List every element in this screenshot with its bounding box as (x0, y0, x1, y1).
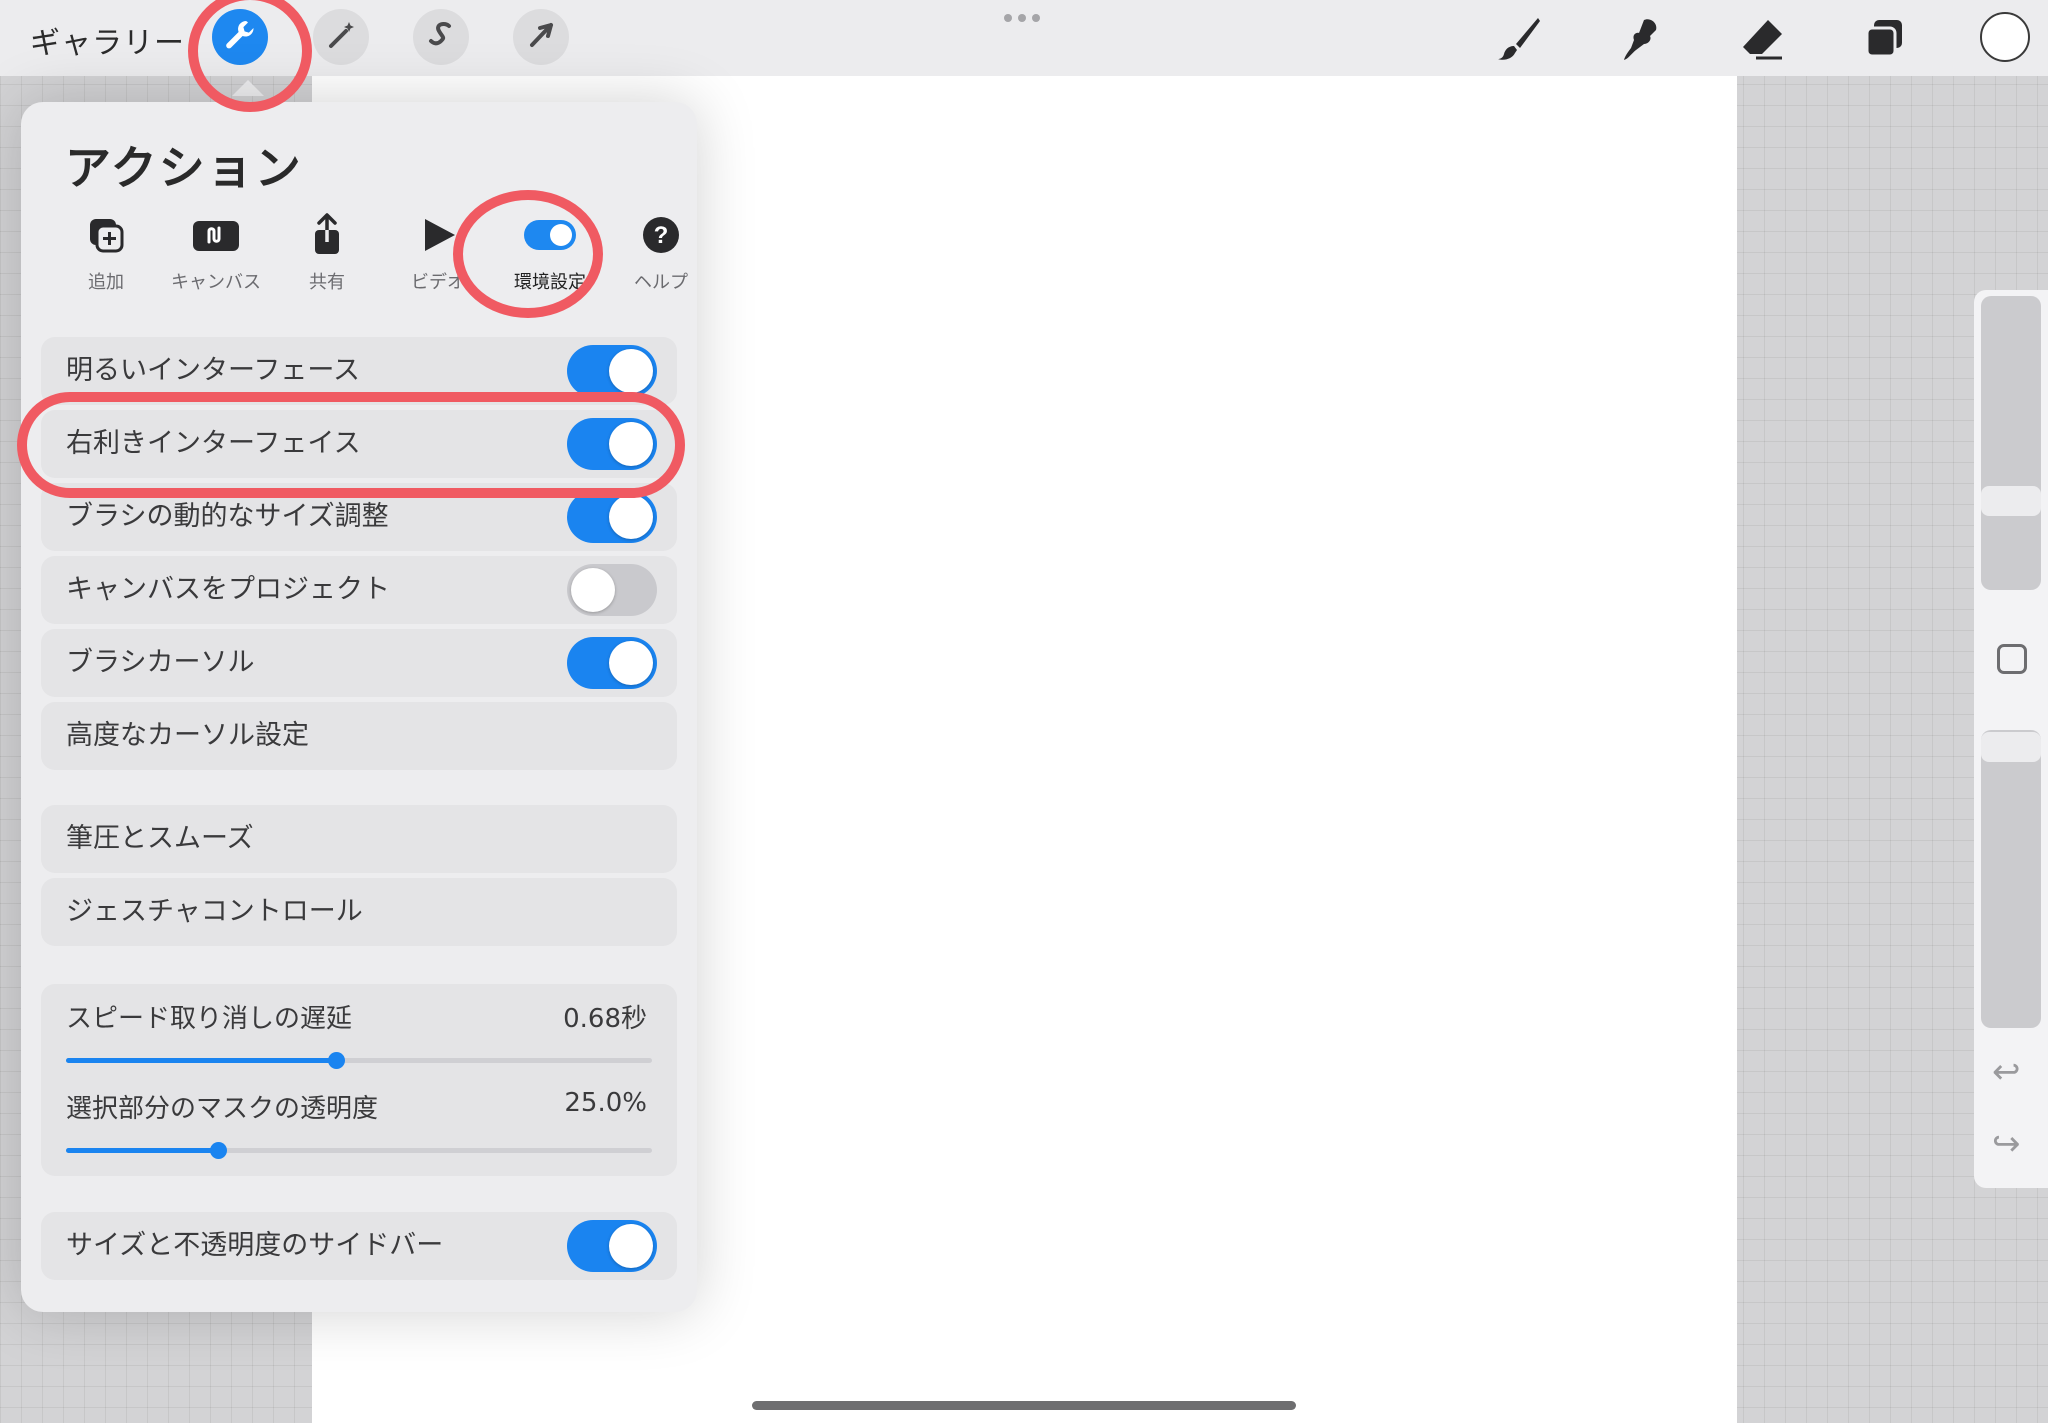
setting-label: 高度なカーソル設定 (66, 720, 309, 751)
highlight-ring-preferences (453, 190, 603, 318)
panel-title: アクション (65, 141, 303, 195)
slider-thumb[interactable] (327, 1052, 345, 1069)
svg-text:?: ? (654, 222, 669, 249)
arrow-icon (525, 19, 557, 55)
magic-wand-icon (324, 18, 358, 56)
brush-cursor-toggle[interactable] (567, 637, 657, 689)
link-label: 筆圧とスムーズ (66, 823, 254, 854)
home-indicator (752, 1401, 1296, 1410)
brush-size-handle[interactable] (1981, 486, 2041, 516)
setting-label: ブラシカーソル (66, 647, 255, 678)
opacity-handle[interactable] (1981, 732, 2041, 762)
right-sidebar: ↩ ↪ (1974, 290, 2048, 1188)
share-icon (307, 212, 347, 262)
opacity-slider[interactable] (1981, 730, 2041, 1028)
setting-brush-cursor: ブラシカーソル (41, 629, 677, 697)
setting-label: サイズと不透明度のサイドバー (66, 1230, 444, 1261)
tab-label: 共有 (309, 272, 345, 293)
size-opacity-sidebar-toggle[interactable] (567, 1220, 657, 1272)
setting-project-canvas: キャンバスをプロジェクト (41, 556, 677, 624)
tab-label: キャンバス (171, 272, 261, 293)
mask-opacity-label: 選択部分のマスクの透明度 (66, 1094, 379, 1124)
modify-button[interactable] (1997, 644, 2027, 674)
slider-fill (66, 1058, 336, 1063)
mask-opacity-value: 25.0% (564, 1088, 647, 1118)
tab-label: ヘルプ (634, 272, 688, 293)
redo-icon[interactable]: ↪ (1992, 1124, 2021, 1164)
actions-panel: アクション 追加 キャンバス 共有 ビデオ 環境設定 ? ヘルプ 明るいインター… (21, 102, 697, 1312)
smudge-icon[interactable] (1616, 14, 1666, 64)
undo-icon[interactable]: ↩ (1992, 1052, 2021, 1092)
eraser-icon[interactable] (1738, 14, 1788, 64)
undo-delay-value: 0.68秒 (563, 1004, 647, 1034)
light-interface-toggle[interactable] (567, 345, 657, 397)
sliders-group: スピード取り消しの遅延 0.68秒 選択部分のマスクの透明度 25.0% (41, 984, 677, 1176)
setting-size-opacity-sidebar: サイズと不透明度のサイドバー (41, 1212, 677, 1280)
more-dots-handle[interactable] (1004, 14, 1040, 22)
gallery-button[interactable]: ギャラリー (30, 18, 185, 62)
tab-label: 追加 (88, 272, 124, 293)
s-curve-icon (425, 19, 457, 55)
advanced-cursor-settings-link[interactable]: 高度なカーソル設定 (41, 702, 677, 770)
play-icon (418, 215, 458, 259)
add-icon (86, 215, 126, 259)
brush-icon[interactable] (1494, 14, 1544, 64)
canvas-icon (191, 215, 241, 259)
help-icon: ? (641, 215, 681, 259)
project-canvas-toggle[interactable] (567, 564, 657, 616)
selection-button[interactable] (413, 9, 469, 65)
undo-delay-slider[interactable] (66, 1052, 652, 1069)
slider-thumb[interactable] (210, 1142, 228, 1159)
gesture-controls-link[interactable]: ジェスチャコントロール (41, 878, 677, 946)
color-picker-button[interactable] (1980, 12, 2030, 62)
link-label: ジェスチャコントロール (66, 896, 363, 927)
tab-canvas[interactable]: キャンバス (161, 212, 271, 302)
setting-label: キャンバスをプロジェクト (66, 574, 390, 605)
slider-fill (66, 1148, 219, 1153)
pressure-smoothing-link[interactable]: 筆圧とスムーズ (41, 805, 677, 873)
dynamic-brush-scaling-toggle[interactable] (567, 491, 657, 543)
transform-button[interactable] (513, 9, 569, 65)
mask-opacity-slider[interactable] (66, 1142, 652, 1159)
sidebar-settings-group: サイズと不透明度のサイドバー (41, 1212, 677, 1285)
tab-add[interactable]: 追加 (51, 212, 161, 302)
tab-share[interactable]: 共有 (272, 212, 382, 302)
links-group: 筆圧とスムーズ ジェスチャコントロール (41, 805, 677, 951)
brush-size-slider[interactable] (1981, 296, 2041, 590)
layers-icon[interactable] (1860, 14, 1910, 64)
adjustments-button[interactable] (313, 9, 369, 65)
tab-help[interactable]: ? ヘルプ (606, 212, 716, 302)
highlight-ring-right-hand (17, 392, 685, 498)
undo-delay-label: スピード取り消しの遅延 (66, 1004, 353, 1034)
